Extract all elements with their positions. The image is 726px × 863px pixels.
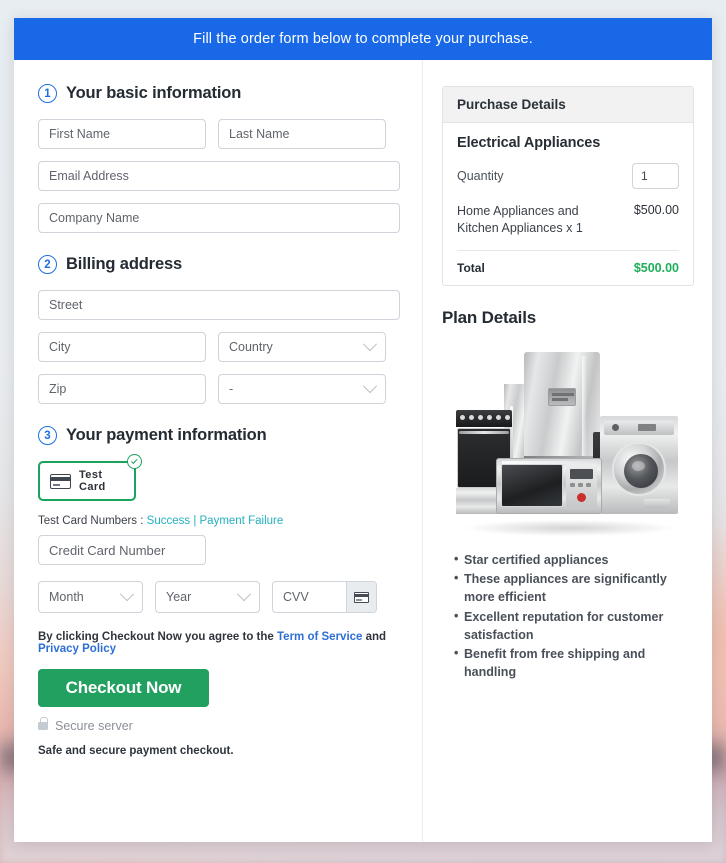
test-card-option[interactable]: Test Card xyxy=(38,461,136,501)
form-column: 1 Your basic information First Name Last… xyxy=(14,60,423,842)
quantity-row: Quantity 1 xyxy=(457,163,679,189)
cvv-field-group: CVV xyxy=(272,581,377,613)
line-item-row: Home Appliances and Kitchen Appliances x… xyxy=(457,203,679,251)
step-number-1: 1 xyxy=(38,84,57,103)
street-input[interactable]: Street xyxy=(38,290,400,320)
check-circle-icon xyxy=(127,454,142,469)
expiry-cvv-row: Month Year CVV xyxy=(38,581,400,613)
credit-card-icon xyxy=(50,473,71,489)
secure-server-label: Secure server xyxy=(55,719,133,733)
city-country-row: City Country xyxy=(38,332,400,362)
test-card-failure-link[interactable]: Payment Failure xyxy=(200,515,284,527)
step-number-2: 2 xyxy=(38,255,57,274)
list-item: These appliances are significantly more … xyxy=(454,570,694,607)
name-row: First Name Last Name xyxy=(38,119,400,149)
summary-column: Purchase Details Electrical Appliances Q… xyxy=(423,60,712,842)
list-item: Excellent reputation for customer satisf… xyxy=(454,608,694,645)
terms-agreement-text: By clicking Checkout Now you agree to th… xyxy=(38,631,400,655)
banner-text: Fill the order form below to complete yo… xyxy=(193,31,533,47)
appliances-product-image xyxy=(455,338,681,538)
section-payment-information-header: 3 Your payment information xyxy=(38,426,400,445)
test-card-numbers-label: Test Card Numbers : xyxy=(38,515,147,527)
appliance-shadow xyxy=(465,519,672,536)
test-card-option-wrapper: Test Card xyxy=(38,454,142,501)
checkout-card: Fill the order form below to complete yo… xyxy=(14,18,712,842)
test-card-label: Test Card xyxy=(79,469,106,493)
section-basic-information-header: 1 Your basic information xyxy=(38,84,400,103)
washing-machine-appliance xyxy=(592,415,678,514)
step-number-3: 3 xyxy=(38,426,57,445)
country-select[interactable]: Country xyxy=(218,332,386,362)
city-input[interactable]: City xyxy=(38,332,206,362)
microwave-appliance xyxy=(495,457,602,514)
test-card-numbers-line: Test Card Numbers : Success | Payment Fa… xyxy=(38,515,400,527)
chevron-down-icon xyxy=(236,587,252,602)
banner: Fill the order form below to complete yo… xyxy=(14,18,712,60)
company-row: Company Name xyxy=(38,203,400,233)
total-row: Total $500.00 xyxy=(457,251,679,275)
country-select-value: Country xyxy=(229,340,273,354)
test-card-success-link[interactable]: Success xyxy=(147,515,190,527)
expiry-year-value: Year xyxy=(166,590,192,604)
quantity-input[interactable]: 1 xyxy=(632,163,679,189)
section-billing-address-title: Billing address xyxy=(66,255,183,273)
section-payment-information-title: Your payment information xyxy=(66,426,267,444)
product-name: Electrical Appliances xyxy=(457,135,601,151)
line-item-amount: $500.00 xyxy=(633,203,679,217)
expiry-month-select[interactable]: Month xyxy=(38,581,143,613)
state-select-value: - xyxy=(229,382,234,396)
zip-input[interactable]: Zip xyxy=(38,374,206,404)
section-basic-information-title: Your basic information xyxy=(66,84,242,102)
terms-middle: and xyxy=(362,631,387,643)
expiry-year-select[interactable]: Year xyxy=(155,581,260,613)
quantity-label: Quantity xyxy=(457,169,504,183)
total-label: Total xyxy=(457,260,485,275)
cvv-input[interactable]: CVV xyxy=(273,582,346,612)
check-mark xyxy=(130,457,137,464)
card-body: 1 Your basic information First Name Last… xyxy=(14,60,712,842)
list-item: Benefit from free shipping and handling xyxy=(454,645,694,682)
state-select[interactable]: - xyxy=(218,374,386,404)
terms-prefix: By clicking Checkout Now you agree to th… xyxy=(38,631,277,643)
lock-icon xyxy=(38,717,48,730)
checkout-now-button[interactable]: Checkout Now xyxy=(38,669,209,707)
first-name-input[interactable]: First Name xyxy=(38,119,206,149)
purchase-details-box: Purchase Details Electrical Appliances Q… xyxy=(442,86,694,286)
purchase-details-body: Electrical Appliances Quantity 1 Home Ap… xyxy=(443,123,693,285)
cvv-card-icon xyxy=(346,582,376,612)
line-item-description: Home Appliances and Kitchen Appliances x… xyxy=(457,204,583,236)
credit-card-number-input[interactable]: Credit Card Number xyxy=(38,535,206,565)
purchase-details-header: Purchase Details xyxy=(443,87,693,123)
privacy-policy-link[interactable]: Privacy Policy xyxy=(38,643,116,655)
email-input[interactable]: Email Address xyxy=(38,161,400,191)
zip-state-row: Zip - xyxy=(38,374,400,404)
plan-details-title: Plan Details xyxy=(442,307,536,327)
company-name-input[interactable]: Company Name xyxy=(38,203,400,233)
terms-of-service-link[interactable]: Term of Service xyxy=(277,631,362,643)
last-name-input[interactable]: Last Name xyxy=(218,119,386,149)
link-separator: | xyxy=(190,515,200,527)
email-row: Email Address xyxy=(38,161,400,191)
plan-benefits-list: Star certified appliances These applianc… xyxy=(442,551,694,682)
total-amount: $500.00 xyxy=(633,260,679,275)
chevron-down-icon xyxy=(362,379,378,394)
safe-checkout-note: Safe and secure payment checkout. xyxy=(38,745,234,757)
secure-server-row: Secure server xyxy=(38,717,400,733)
street-row: Street xyxy=(38,290,400,320)
list-item: Star certified appliances xyxy=(454,551,694,570)
chevron-down-icon xyxy=(119,587,135,602)
section-billing-address-header: 2 Billing address xyxy=(38,255,400,274)
expiry-month-value: Month xyxy=(49,590,84,604)
chevron-down-icon xyxy=(362,337,378,352)
